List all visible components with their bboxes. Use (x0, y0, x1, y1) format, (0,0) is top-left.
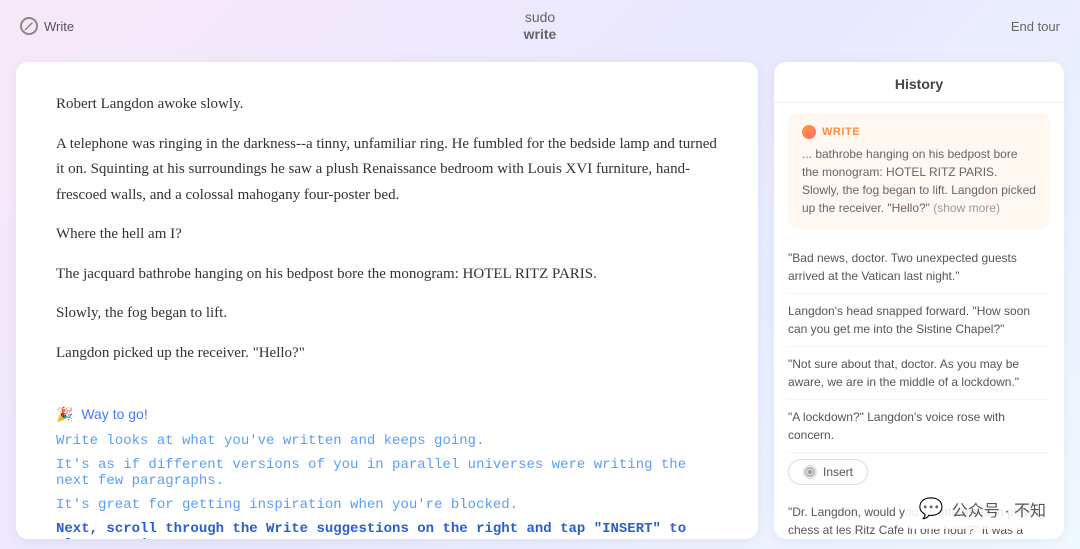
tutorial-line-2: It's as if different versions of you in … (56, 457, 718, 489)
top-nav: Write sudo write End tour (0, 0, 1080, 52)
history-item-1: "Bad news, doctor. Two unexpected guests… (788, 241, 1050, 294)
editor-content: Robert Langdon awoke slowly. A telephone… (56, 92, 718, 366)
show-more-link[interactable]: (show more) (933, 201, 1000, 215)
watermark-overlay: 💬 公众号 · 不知 (905, 488, 1060, 529)
history-panel: History WRITE ... bathrobe hanging on hi… (774, 62, 1064, 539)
paragraph-4: The jacquard bathrobe hanging on his bed… (56, 262, 718, 288)
history-item-4: "A lockdown?" Langdon's voice rose with … (788, 400, 1050, 453)
insert-label-1: Insert (823, 465, 853, 479)
write-label-text: WRITE (822, 126, 860, 138)
write-card-label: WRITE (802, 125, 1036, 139)
paragraph-5: Slowly, the fog began to lift. (56, 301, 718, 327)
nav-write-label: Write (44, 19, 74, 34)
tutorial-line-3: It's great for getting inspiration when … (56, 497, 718, 513)
paragraph-6: Langdon picked up the receiver. "Hello?" (56, 341, 718, 367)
tutorial-line-1: Write looks at what you've written and k… (56, 433, 718, 449)
write-pen-icon (20, 17, 38, 35)
write-card-body: ... bathrobe hanging on his bedpost bore… (802, 147, 1036, 215)
paragraph-2: A telephone was ringing in the darkness-… (56, 132, 718, 209)
history-item-2: Langdon's head snapped forward. "How soo… (788, 294, 1050, 347)
logo-sudo: sudo (524, 9, 557, 26)
watermark-text: 公众号 · 不知 (952, 497, 1046, 521)
insert-icon-1 (803, 465, 817, 479)
tutorial-section: 🎉 Way to go! Write looks at what you've … (56, 406, 718, 539)
tutorial-header: 🎉 Way to go! (56, 406, 718, 423)
tutorial-header-text: Way to go! (81, 406, 147, 422)
party-icon: 🎉 (56, 406, 73, 422)
history-title: History (774, 62, 1064, 103)
history-content: WRITE ... bathrobe hanging on his bedpos… (774, 103, 1064, 539)
editor-panel: Robert Langdon awoke slowly. A telephone… (16, 62, 758, 539)
logo-write: write (524, 26, 557, 43)
paragraph-1: Robert Langdon awoke slowly. (56, 92, 718, 118)
write-label-icon (802, 125, 816, 139)
wechat-icon: 💬 (919, 496, 944, 521)
insert-button-1[interactable]: Insert (788, 459, 868, 485)
history-item-3: "Not sure about that, doctor. As you may… (788, 347, 1050, 400)
end-tour-button[interactable]: End tour (1011, 19, 1060, 34)
write-card: WRITE ... bathrobe hanging on his bedpos… (788, 113, 1050, 229)
paragraph-3: Where the hell am I? (56, 222, 718, 248)
nav-logo: Write (20, 17, 74, 35)
app-logo: sudo write (524, 9, 557, 43)
main-layout: Robert Langdon awoke slowly. A telephone… (0, 52, 1080, 549)
write-card-text: ... bathrobe hanging on his bedpost bore… (802, 145, 1036, 217)
tutorial-line-4: Next, scroll through the Write suggestio… (56, 521, 718, 539)
